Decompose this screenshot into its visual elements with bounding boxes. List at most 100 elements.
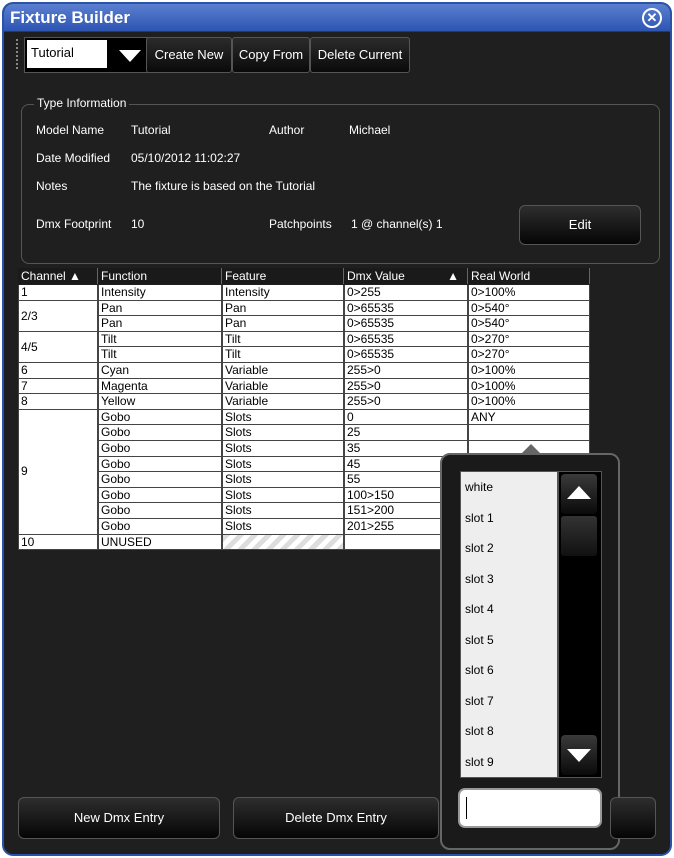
table-cell-feature[interactable]: Slots <box>222 472 344 488</box>
close-icon[interactable]: ✕ <box>642 8 662 28</box>
table-cell-dmx[interactable]: 25 <box>344 425 468 441</box>
table-cell-function[interactable]: Tilt <box>98 347 222 363</box>
table-cell-dmx[interactable]: 0>65535 <box>344 347 468 363</box>
table-cell-channel[interactable]: 2/3 <box>18 300 98 332</box>
table-cell-channel[interactable]: 9 <box>18 409 98 535</box>
table-cell-dmx[interactable]: 0>65535 <box>344 331 468 348</box>
title-bar: Fixture Builder ✕ <box>4 4 670 32</box>
table-cell-real[interactable]: 0>100% <box>468 285 590 301</box>
delete-dmx-entry-button[interactable]: Delete Dmx Entry <box>233 797 439 839</box>
table-cell-dmx[interactable]: 0 <box>344 409 468 426</box>
delete-current-button[interactable]: Delete Current <box>310 37 410 73</box>
table-cell-feature[interactable]: Slots <box>222 425 344 441</box>
table-cell-feature[interactable]: Tilt <box>222 331 344 348</box>
table-cell-feature[interactable]: Pan <box>222 316 344 332</box>
table-cell-real[interactable]: 0>270° <box>468 331 590 348</box>
list-item[interactable]: slot 6 <box>465 655 494 685</box>
table-cell-channel[interactable]: 10 <box>18 534 98 551</box>
copy-from-button[interactable]: Copy From <box>232 37 310 73</box>
table-cell-dmx[interactable]: 255>0 <box>344 363 468 379</box>
toolbar-grip[interactable] <box>16 39 21 69</box>
table-cell-feature[interactable]: Slots <box>222 441 344 457</box>
table-cell-channel[interactable]: 4/5 <box>18 331 98 363</box>
column-header-real-world[interactable]: Real World <box>468 268 590 284</box>
list-item[interactable]: slot 7 <box>465 686 494 716</box>
table-cell-dmx[interactable]: 0>65535 <box>344 316 468 332</box>
list-item[interactable]: white <box>465 472 493 502</box>
column-header-feature[interactable]: Feature <box>222 268 344 284</box>
list-item[interactable]: slot 1 <box>465 503 494 533</box>
table-cell-feature[interactable]: Variable <box>222 394 344 410</box>
table-cell-function[interactable]: Gobo <box>98 487 222 504</box>
list-item[interactable]: slot 8 <box>465 716 494 746</box>
table-cell-feature[interactable]: Variable <box>222 363 344 379</box>
table-cell-channel[interactable]: 8 <box>18 394 98 410</box>
table-cell-function[interactable]: Magenta <box>98 378 222 395</box>
table-cell-feature[interactable]: Slots <box>222 409 344 426</box>
table-cell-real[interactable]: 0>540° <box>468 300 590 317</box>
table-cell-function[interactable]: Pan <box>98 316 222 332</box>
group-title: Type Information <box>34 96 130 110</box>
list-item[interactable]: slot 9 <box>465 747 494 777</box>
table-cell-feature[interactable] <box>222 534 344 551</box>
table-cell-dmx[interactable]: 0>255 <box>344 285 468 301</box>
column-header-function[interactable]: Function <box>98 268 222 284</box>
table-cell-channel[interactable]: 1 <box>18 285 98 301</box>
table-cell-feature[interactable]: Tilt <box>222 347 344 363</box>
dmx-footprint-value: 10 <box>131 217 145 231</box>
table-cell-real[interactable] <box>468 425 590 441</box>
table-cell-function[interactable]: Gobo <box>98 519 222 535</box>
table-cell-real[interactable]: 0>540° <box>468 316 590 332</box>
table-cell-feature[interactable]: Slots <box>222 487 344 504</box>
fixture-type-dropdown[interactable]: Tutorial <box>24 37 152 73</box>
table-cell-real[interactable]: 0>100% <box>468 378 590 395</box>
list-item[interactable]: slot 2 <box>465 533 494 563</box>
table-cell-feature[interactable]: Slots <box>222 456 344 473</box>
table-cell-dmx[interactable]: 0>65535 <box>344 300 468 317</box>
table-cell-function[interactable]: Intensity <box>98 285 222 301</box>
table-cell-real[interactable]: 0>100% <box>468 363 590 379</box>
table-cell-real[interactable]: 0>270° <box>468 347 590 363</box>
chevron-down-icon[interactable] <box>119 50 141 62</box>
table-cell-dmx[interactable]: 255>0 <box>344 394 468 410</box>
scroll-up-icon[interactable] <box>561 474 597 514</box>
column-header-dmx-value[interactable]: Dmx Value ▲ <box>344 268 468 284</box>
create-new-button[interactable]: Create New <box>146 37 232 73</box>
table-cell-real[interactable]: 0>100% <box>468 394 590 410</box>
table-cell-function[interactable]: UNUSED <box>98 534 222 551</box>
table-cell-channel[interactable]: 6 <box>18 363 98 379</box>
table-cell-function[interactable]: Gobo <box>98 472 222 488</box>
table-cell-function[interactable]: Tilt <box>98 331 222 348</box>
edit-button[interactable]: Edit <box>519 205 641 245</box>
window-title: Fixture Builder <box>10 8 130 27</box>
table-cell-feature[interactable]: Slots <box>222 503 344 519</box>
table-cell-function[interactable]: Gobo <box>98 409 222 426</box>
scrollbar[interactable] <box>558 471 602 778</box>
table-cell-feature[interactable]: Intensity <box>222 285 344 301</box>
table-cell-function[interactable]: Yellow <box>98 394 222 410</box>
model-name-value: Tutorial <box>131 123 171 137</box>
table-cell-feature[interactable]: Slots <box>222 519 344 535</box>
column-header-channel[interactable]: Channel ▲ <box>18 268 98 284</box>
table-cell-feature[interactable]: Variable <box>222 378 344 395</box>
option-list[interactable]: white slot 1 slot 2 slot 3 slot 4 slot 5 slot … <box>460 471 558 778</box>
custom-value-input[interactable] <box>458 788 602 828</box>
list-item[interactable]: slot 4 <box>465 594 494 624</box>
table-cell-function[interactable]: Gobo <box>98 456 222 473</box>
table-cell-function[interactable]: Gobo <box>98 441 222 457</box>
hidden-action-button[interactable] <box>610 797 656 839</box>
table-cell-channel[interactable]: 7 <box>18 378 98 395</box>
table-cell-function[interactable]: Pan <box>98 300 222 317</box>
table-cell-dmx[interactable]: 255>0 <box>344 378 468 395</box>
scroll-down-icon[interactable] <box>561 735 597 775</box>
table-cell-function[interactable]: Cyan <box>98 363 222 379</box>
table-cell-feature[interactable]: Pan <box>222 300 344 317</box>
scrollbar-thumb[interactable] <box>561 516 597 556</box>
type-information-group: Type Information Model Name Tutorial Aut… <box>21 96 660 264</box>
new-dmx-entry-button[interactable]: New Dmx Entry <box>18 797 220 839</box>
table-cell-real[interactable]: ANY <box>468 409 590 426</box>
list-item[interactable]: slot 5 <box>465 625 494 655</box>
table-cell-function[interactable]: Gobo <box>98 425 222 441</box>
table-cell-function[interactable]: Gobo <box>98 503 222 519</box>
list-item[interactable]: slot 3 <box>465 564 494 594</box>
